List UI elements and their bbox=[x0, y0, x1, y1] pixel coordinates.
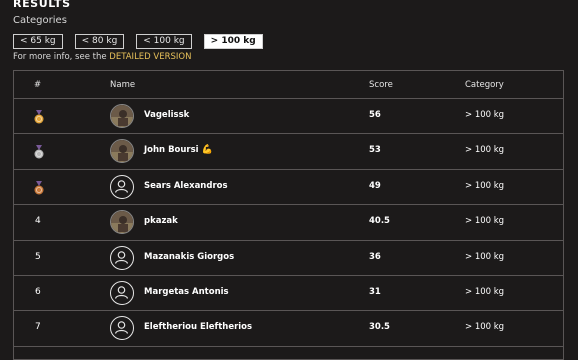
category: > 100 kg bbox=[465, 145, 505, 156]
rank-number: 6 bbox=[35, 286, 41, 297]
filter-under-65[interactable]: < 65 kg bbox=[13, 34, 63, 49]
page-title: RESULTS bbox=[13, 0, 71, 10]
rank-number: 4 bbox=[35, 216, 41, 227]
silver-medal-icon bbox=[34, 145, 44, 159]
default-user-icon bbox=[114, 286, 129, 299]
detailed-version-link[interactable]: DETAILED VERSION bbox=[109, 52, 191, 62]
info-line: For more info, see the DETAILED VERSION bbox=[13, 52, 191, 62]
default-user-icon bbox=[114, 250, 129, 264]
athlete-name[interactable]: Margetas Antonis bbox=[144, 287, 229, 297]
athlete-name-text: Sears Alexandros bbox=[144, 180, 228, 191]
avatar[interactable] bbox=[110, 104, 134, 128]
table-row[interactable]: Vagelissk 56 > 100 kg bbox=[14, 99, 563, 135]
filter-over-100[interactable]: > 100 kg bbox=[203, 34, 263, 49]
category-filters: < 65 kg < 80 kg < 100 kg > 100 kg bbox=[13, 34, 263, 49]
score: 30.5 bbox=[369, 322, 390, 333]
athlete-name-text: John Boursi bbox=[144, 145, 199, 156]
avatar[interactable] bbox=[110, 139, 134, 164]
default-user-icon bbox=[114, 321, 129, 335]
avatar[interactable] bbox=[110, 174, 134, 199]
table-row[interactable]: 4 pkazak 40.5 > 100 kg bbox=[14, 205, 563, 241]
avatar[interactable] bbox=[110, 316, 134, 341]
header-score: Score bbox=[369, 80, 393, 90]
header-rank: # bbox=[34, 80, 42, 90]
filter-under-100[interactable]: < 100 kg bbox=[136, 34, 192, 49]
header-name: Name bbox=[110, 80, 136, 90]
table-row[interactable]: 5 Mazanakis Giorgos 36 > 100 kg bbox=[14, 241, 563, 276]
athlete-name-text: pkazak bbox=[144, 216, 178, 227]
user-photo-icon bbox=[111, 211, 133, 234]
athlete-name[interactable]: pkazak bbox=[144, 216, 178, 226]
table-row[interactable]: Sears Alexandros 49 > 100 kg bbox=[14, 170, 563, 206]
category: > 100 kg bbox=[465, 216, 505, 227]
category: > 100 kg bbox=[465, 110, 505, 120]
categories-label: Categories bbox=[13, 15, 67, 26]
avatar[interactable] bbox=[110, 245, 134, 270]
category: > 100 kg bbox=[465, 251, 505, 262]
athlete-name[interactable]: John Boursi 💪 bbox=[144, 145, 213, 155]
table-row[interactable]: John Boursi 💪 53 > 100 kg bbox=[14, 134, 563, 170]
header-category: Category bbox=[465, 80, 504, 90]
table-header: # Name Score Category bbox=[14, 71, 563, 99]
filter-under-80[interactable]: < 80 kg bbox=[74, 34, 125, 49]
rank-number: 7 bbox=[35, 322, 41, 333]
athlete-name[interactable]: Mazanakis Giorgos bbox=[144, 252, 234, 262]
category: > 100 kg bbox=[465, 286, 505, 297]
user-photo-icon bbox=[111, 105, 133, 127]
category: > 100 kg bbox=[465, 322, 505, 333]
rank-number: 5 bbox=[35, 251, 41, 262]
athlete-name-text: Vagelissk bbox=[144, 110, 190, 120]
table-row[interactable]: 7 Eleftheriou Eleftherios 30.5 > 100 kg bbox=[14, 311, 563, 347]
athlete-name[interactable]: Sears Alexandros bbox=[144, 181, 228, 191]
score: 31 bbox=[369, 286, 381, 297]
category: > 100 kg bbox=[465, 180, 505, 191]
athlete-name[interactable]: Vagelissk bbox=[144, 110, 189, 120]
gold-medal-icon bbox=[34, 110, 44, 124]
athlete-name-text: Margetas Antonis bbox=[144, 286, 229, 297]
avatar[interactable] bbox=[110, 210, 134, 235]
score: 53 bbox=[369, 145, 381, 156]
athlete-name-text: Eleftheriou Eleftherios bbox=[144, 322, 253, 333]
table-row[interactable]: 6 Margetas Antonis 31 > 100 kg bbox=[14, 276, 563, 312]
info-text: For more info, see the bbox=[13, 52, 107, 62]
score: 56 bbox=[369, 110, 381, 120]
user-photo-icon bbox=[111, 140, 133, 163]
score: 49 bbox=[369, 180, 381, 191]
bronze-medal-icon bbox=[34, 180, 44, 195]
flexed-biceps-icon: 💪 bbox=[201, 145, 213, 156]
avatar[interactable] bbox=[110, 280, 134, 305]
results-table: # Name Score Category Vagelissk 56 > 100… bbox=[13, 70, 564, 360]
default-user-icon bbox=[114, 179, 129, 193]
score: 40.5 bbox=[369, 216, 390, 227]
athlete-name[interactable]: Eleftheriou Eleftherios bbox=[144, 322, 252, 332]
athlete-name-text: Mazanakis Giorgos bbox=[144, 251, 235, 262]
score: 36 bbox=[369, 251, 381, 262]
